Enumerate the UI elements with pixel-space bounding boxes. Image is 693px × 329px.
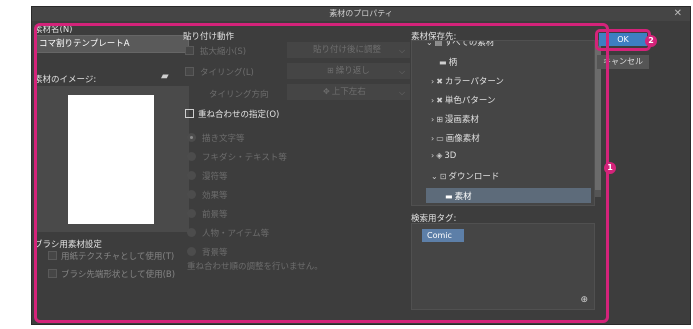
- close-icon[interactable]: ✕: [674, 7, 682, 21]
- title-bar: 素材のプロパティ ✕: [32, 7, 690, 21]
- callout-badge-1: 1: [604, 162, 616, 174]
- callout-outline-ok: [595, 29, 651, 51]
- material-properties-dialog: 素材のプロパティ ✕ 素材名(N) コマ割りテンプレートA 素材のイメージ: ▰…: [31, 6, 691, 325]
- callout-outline-main: [34, 23, 609, 323]
- dialog-title: 素材のプロパティ: [329, 9, 393, 18]
- callout-badge-2: 2: [645, 35, 657, 47]
